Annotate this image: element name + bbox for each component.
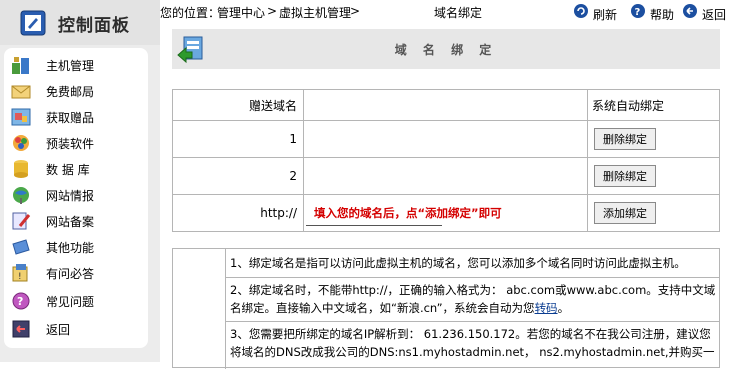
top-bar: 您的位置： 管理中心 > 虚拟主机管理 > 域名绑定 刷新 ? 帮助 返回	[160, 0, 736, 24]
note-divider	[226, 321, 720, 322]
tools-icon	[12, 239, 30, 255]
sidebar-item-label: 数 据 库	[46, 163, 90, 177]
sidebar-item-host-management[interactable]: 主机管理	[10, 54, 150, 76]
sidebar: 控制面板 主机管理 免费邮局 获取赠品 预装软件 数 据 库 网站情报 网站备案…	[0, 0, 160, 362]
note-2-text: 2、绑定域名时，不能带http://，正确的输入格式为： abc.com或www…	[230, 283, 716, 315]
sidebar-title: 控制面板	[58, 16, 130, 36]
page-title: 域 名 绑 定	[394, 43, 498, 57]
main-content: 域 名 绑 定 赠送域名 系统自动绑定 1 删除绑定 2 删除绑定 http:/…	[172, 29, 720, 369]
note-1: 1、绑定域名是指可以访问此虚拟主机的域名，您可以添加多个域名同时访问此虚拟主机。	[230, 256, 686, 270]
breadcrumb-virtual-host[interactable]: 虚拟主机管理	[279, 4, 351, 21]
qa-icon: !	[12, 264, 28, 282]
breadcrumb-separator: >	[350, 4, 361, 18]
server-icon	[12, 57, 29, 74]
breadcrumb-separator: >	[267, 4, 278, 18]
sidebar-item-other-functions[interactable]: 其他功能	[10, 236, 150, 258]
table-row-add: http:// 填入您的域名后，点“添加绑定”即可 添加绑定	[172, 194, 720, 232]
refresh-icon	[574, 4, 588, 18]
sidebar-item-qa[interactable]: ! 有问必答	[10, 262, 150, 284]
help-label: 帮助	[650, 8, 675, 22]
back-label: 返回	[702, 8, 727, 22]
delete-binding-button[interactable]: 删除绑定	[594, 165, 656, 187]
note-2-end: 。	[557, 301, 570, 315]
delete-binding-button[interactable]: 删除绑定	[594, 128, 656, 150]
sidebar-item-label: 返回	[46, 323, 71, 337]
breadcrumb-management-center[interactable]: 管理中心	[217, 4, 265, 21]
action-cell: 添加绑定	[587, 194, 720, 232]
note-3: 3、您需要把所绑定的域名IP解析到： 61.236.150.172。若您的域名不…	[230, 327, 715, 359]
sidebar-header: 控制面板	[0, 0, 160, 45]
software-icon	[13, 135, 29, 151]
header-value-cell	[303, 89, 588, 121]
return-icon	[12, 320, 30, 338]
table-row: 2 删除绑定	[172, 157, 720, 195]
notes-box: 1、绑定域名是指可以访问此虚拟主机的域名，您可以添加多个域名同时访问此虚拟主机。…	[172, 248, 720, 369]
title-bar: 域 名 绑 定	[172, 29, 720, 69]
sidebar-item-return[interactable]: 返回	[10, 318, 150, 340]
sidebar-item-label: 网站备案	[46, 215, 95, 229]
database-icon	[14, 160, 28, 178]
record-icon	[12, 212, 31, 230]
notes-list: 1、绑定域名是指可以访问此虚拟主机的域名，您可以添加多个域名同时访问此虚拟主机。…	[225, 249, 720, 369]
row-index: 1	[172, 120, 304, 158]
svg-text:!: !	[18, 272, 22, 282]
sidebar-item-faq[interactable]: ? 常见问题	[10, 290, 150, 312]
globe-icon	[13, 187, 29, 204]
action-cell: 删除绑定	[587, 157, 720, 195]
gift-icon	[11, 108, 31, 126]
http-prefix: http://	[172, 194, 304, 232]
sidebar-item-database[interactable]: 数 据 库	[10, 158, 150, 180]
header-auto-bind: 系统自动绑定	[587, 89, 720, 121]
sidebar-item-label: 有问必答	[46, 267, 95, 281]
back-arrow-icon	[683, 4, 697, 18]
refresh-label: 刷新	[593, 8, 618, 22]
sidebar-item-label: 其他功能	[46, 241, 95, 255]
faq-icon: ?	[12, 292, 30, 310]
domain-value	[303, 120, 588, 158]
sidebar-item-label: 常见问题	[46, 295, 95, 309]
sidebar-menu: 主机管理 免费邮局 获取赠品 预装软件 数 据 库 网站情报 网站备案 其他功能…	[4, 48, 148, 348]
sidebar-item-site-record[interactable]: 网站备案	[10, 210, 150, 232]
svg-text:?: ?	[635, 7, 641, 18]
svg-text:?: ?	[17, 295, 23, 308]
domain-table: 赠送域名 系统自动绑定 1 删除绑定 2 删除绑定 http:// 填入您的域名…	[172, 89, 720, 232]
domain-input-hint: 填入您的域名后，点“添加绑定”即可	[314, 206, 502, 220]
sidebar-item-label: 预装软件	[46, 137, 95, 151]
sidebar-item-label: 免费邮局	[46, 85, 95, 99]
table-header-row: 赠送域名 系统自动绑定	[172, 89, 720, 121]
row-index: 2	[172, 157, 304, 195]
sidebar-item-get-gift[interactable]: 获取赠品	[10, 106, 150, 128]
hint-underline	[306, 225, 442, 226]
sidebar-item-label: 获取赠品	[46, 111, 95, 125]
sidebar-item-label: 主机管理	[46, 59, 95, 73]
transcode-link[interactable]: 转码	[535, 301, 558, 315]
sidebar-item-label: 网站情报	[46, 189, 95, 203]
location-prefix: 您的位置：	[160, 6, 221, 20]
action-cell: 删除绑定	[587, 120, 720, 158]
sidebar-item-free-mail[interactable]: 免费邮局	[10, 80, 150, 102]
table-row: 1 删除绑定	[172, 120, 720, 158]
note-divider	[226, 277, 720, 278]
add-binding-button[interactable]: 添加绑定	[594, 202, 656, 224]
header-gift-domain: 赠送域名	[172, 89, 304, 121]
sidebar-item-software[interactable]: 预装软件	[10, 132, 150, 154]
sidebar-item-site-info[interactable]: 网站情报	[10, 184, 150, 206]
page-name: 域名绑定	[434, 6, 483, 20]
note-2: 2、绑定域名时，不能带http://，正确的输入格式为： abc.com或www…	[230, 281, 716, 317]
control-panel-icon	[20, 10, 46, 36]
mail-icon	[11, 85, 31, 99]
domain-value	[303, 157, 588, 195]
help-icon: ?	[631, 4, 645, 18]
